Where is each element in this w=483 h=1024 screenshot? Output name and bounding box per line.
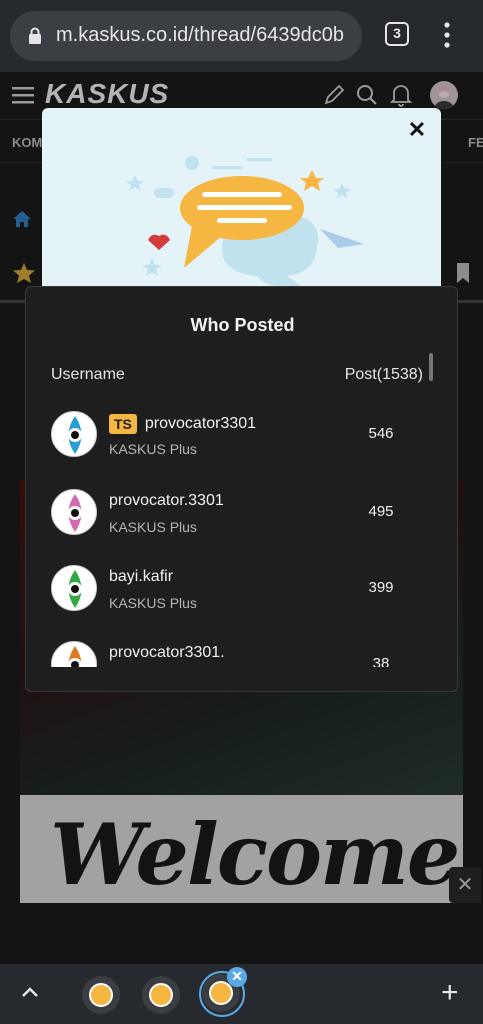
kaskus-favicon-icon	[89, 983, 113, 1007]
avatar[interactable]	[51, 489, 97, 535]
eye-avatar-icon	[68, 416, 82, 454]
url-text: m.kaskus.co.id/thread/6439dc0b	[56, 24, 344, 46]
username-text[interactable]: provocator.3301	[109, 492, 224, 509]
more-options-icon[interactable]	[437, 20, 457, 50]
tab-thumbnail[interactable]	[82, 976, 120, 1014]
username[interactable]: bayi.kafir	[109, 568, 173, 586]
username[interactable]: TS provocator3301	[109, 414, 256, 434]
username[interactable]: provocator.3301	[109, 492, 224, 510]
poster-row[interactable]: bayi.kafir KASKUS Plus 399	[26, 561, 457, 637]
user-role: KASKUS Plus	[109, 519, 197, 535]
screen: m.kaskus.co.id/thread/6439dc0b 3 KASKUS	[0, 0, 483, 1024]
kaskus-favicon-icon	[209, 981, 233, 1005]
modal-illustration	[42, 108, 441, 288]
eye-avatar-icon	[68, 646, 82, 667]
close-tab-icon[interactable]: ✕	[227, 967, 247, 987]
pupil-icon	[71, 585, 79, 593]
post-count: 546	[368, 425, 394, 442]
user-role: KASKUS Plus	[109, 441, 197, 457]
pupil-icon	[71, 509, 79, 517]
kaskus-favicon-icon	[149, 983, 173, 1007]
username-text[interactable]: provocator3301.	[109, 644, 225, 661]
column-header-username: Username	[51, 366, 125, 383]
avatar[interactable]	[51, 565, 97, 611]
eye-avatar-icon	[68, 494, 82, 532]
poster-row[interactable]: provocator.3301 KASKUS Plus 495	[26, 485, 457, 561]
username[interactable]: provocator3301.	[109, 644, 225, 662]
poster-row[interactable]: provocator3301. 38	[26, 637, 457, 667]
poster-row[interactable]: TS provocator3301 KASKUS Plus 546	[26, 407, 457, 483]
post-count: 38	[372, 655, 390, 667]
chat-bubble-illustration	[126, 156, 364, 288]
modal-title: Who Posted	[190, 315, 295, 335]
scrollbar[interactable]	[429, 353, 433, 381]
lock-icon	[29, 27, 41, 44]
column-header-posts: Post(1538)	[344, 366, 423, 383]
post-count: 495	[368, 503, 394, 520]
username-text[interactable]: bayi.kafir	[109, 568, 173, 585]
address-bar[interactable]: m.kaskus.co.id/thread/6439dc0b	[10, 11, 362, 61]
chevron-up-icon[interactable]	[18, 982, 42, 1002]
ts-badge: TS	[109, 414, 137, 434]
who-posted-modal: Who Posted Username Post(1538) TS provoca…	[25, 286, 458, 692]
browser-toolbar: m.kaskus.co.id/thread/6439dc0b 3	[0, 0, 483, 72]
new-tab-icon[interactable]: +	[441, 978, 459, 1008]
username-text[interactable]: provocator3301	[145, 415, 256, 432]
pupil-icon	[71, 431, 79, 439]
user-role: KASKUS Plus	[109, 595, 197, 611]
post-count: 399	[368, 579, 394, 596]
eye-avatar-icon	[68, 570, 82, 608]
avatar[interactable]	[51, 411, 97, 457]
bottom-tab-bar: ✕ +	[0, 964, 483, 1024]
tab-thumbnail[interactable]	[142, 976, 180, 1014]
avatar[interactable]	[51, 641, 97, 667]
poster-list: TS provocator3301 KASKUS Plus 546 provoca…	[26, 397, 457, 667]
tab-switcher-button[interactable]: 3	[385, 22, 409, 46]
modal-close-button[interactable]: ✕	[405, 118, 429, 142]
